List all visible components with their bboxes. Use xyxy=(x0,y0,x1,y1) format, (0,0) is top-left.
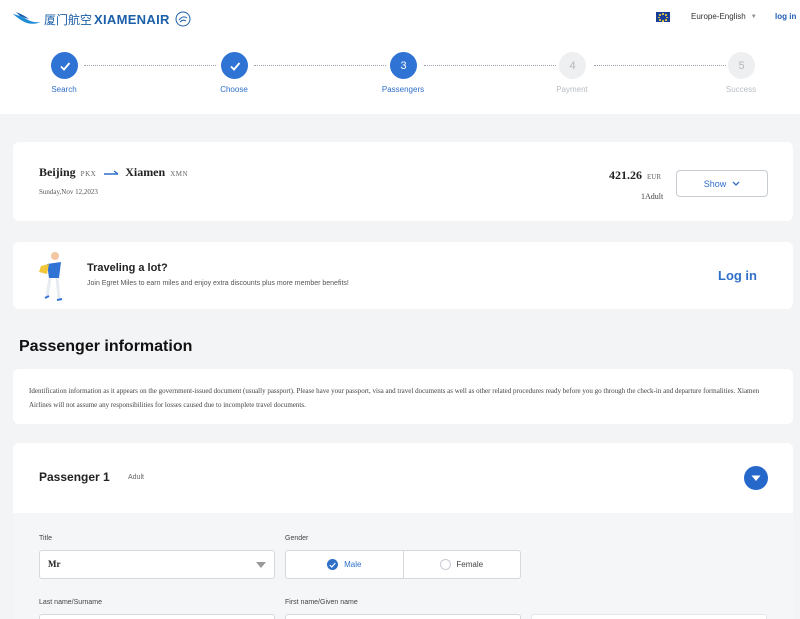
skyteam-emblem-icon xyxy=(175,11,191,27)
step-2-label: Choose xyxy=(220,85,248,94)
step-1-label: Search xyxy=(51,85,77,94)
step-3-circle: 3 xyxy=(390,52,417,79)
top-header: 厦门航空 XIAMENAIR Europe-English ▼ log in S… xyxy=(0,0,800,114)
last-name-label: Last name/Surname xyxy=(39,599,103,606)
step-5-label: Success xyxy=(725,85,757,94)
female-label: Female xyxy=(456,560,484,569)
step-2-circle[interactable] xyxy=(221,52,248,79)
step-1-circle[interactable] xyxy=(51,52,78,79)
membership-promo-card: Traveling a lot? Join Egret Miles to ear… xyxy=(13,242,793,309)
promo-login-link[interactable]: Log in xyxy=(718,268,757,283)
gender-toggle: Male Female xyxy=(285,550,521,579)
promo-description: Join Egret Miles to earn miles and enjoy… xyxy=(87,280,349,287)
step-3-label: Passengers xyxy=(381,85,425,94)
chevron-down-icon: ▼ xyxy=(750,13,757,20)
step-connector xyxy=(424,65,556,66)
title-value: Mr xyxy=(48,559,61,569)
passenger-type: Adult xyxy=(128,474,144,481)
caret-down-icon xyxy=(256,562,266,568)
traveler-illustration-icon xyxy=(39,252,63,301)
chevron-down-icon xyxy=(732,181,740,186)
price-currency: EUR xyxy=(647,173,661,181)
brand-chinese: 厦门航空 xyxy=(44,12,93,27)
last-name-input[interactable] xyxy=(39,614,275,619)
route-arrow-icon xyxy=(104,169,119,175)
gender-label: Gender xyxy=(285,535,309,542)
title-select[interactable]: Mr xyxy=(39,550,275,579)
section-title: Passenger information xyxy=(19,338,193,355)
title-label: Title xyxy=(39,535,52,542)
show-details-button[interactable]: Show xyxy=(676,170,768,197)
destination-code: XMN xyxy=(170,170,189,178)
eu-flag-icon[interactable] xyxy=(656,12,670,22)
origin-code: PKX xyxy=(80,170,97,178)
check-icon xyxy=(59,61,70,71)
first-name-input[interactable] xyxy=(285,614,521,619)
step-4-circle: 4 xyxy=(559,52,586,79)
flight-date: Sunday,Nov 12,2023 xyxy=(39,188,98,196)
radio-checked-icon xyxy=(327,559,339,570)
document-notice-card: Identification information as it appears… xyxy=(13,369,793,424)
middle-name-input[interactable] xyxy=(531,614,767,619)
chevron-down-icon xyxy=(751,475,761,481)
brand-english: XIAMENAIR xyxy=(94,11,170,27)
header-login-link[interactable]: log in xyxy=(775,12,796,21)
check-icon xyxy=(229,61,240,71)
gender-female-option[interactable]: Female xyxy=(402,551,521,578)
flight-route: Beijing PKX Xiamen XMN xyxy=(39,165,188,180)
language-selector[interactable]: Europe-English ▼ xyxy=(691,12,757,21)
passenger-count: 1Adult xyxy=(641,192,664,201)
step-5-circle: 5 xyxy=(728,52,755,79)
radio-unchecked-icon xyxy=(440,559,452,570)
promo-title: Traveling a lot? xyxy=(87,262,168,274)
collapse-button[interactable] xyxy=(744,466,768,490)
total-price: 421.26 EUR xyxy=(609,168,661,183)
male-label: Male xyxy=(344,560,362,569)
passenger-form-body: Title Mr Gender Male Female Last name/Su… xyxy=(13,513,793,619)
price-amount: 421.26 xyxy=(609,168,642,182)
step-connector xyxy=(84,65,216,66)
first-name-label: First name/Given name xyxy=(285,599,358,606)
notice-text: Identification information as it appears… xyxy=(29,387,760,409)
step-4-label: Payment xyxy=(556,85,588,94)
show-label: Show xyxy=(703,178,727,189)
passenger-form-card: Passenger 1 Adult Title Mr Gender Male F… xyxy=(13,443,793,619)
origin-city: Beijing xyxy=(39,165,76,179)
gender-male-option[interactable]: Male xyxy=(286,551,403,578)
destination-city: Xiamen xyxy=(125,165,166,179)
flight-summary-card: Beijing PKX Xiamen XMN Sunday,Nov 12,202… xyxy=(13,142,793,221)
egret-logo-icon xyxy=(13,12,41,24)
passenger-title: Passenger 1 xyxy=(39,470,110,484)
language-label: Europe-English xyxy=(691,12,746,21)
passenger-header[interactable]: Passenger 1 Adult xyxy=(13,443,793,513)
step-connector xyxy=(254,65,386,66)
xiamenair-logo[interactable]: 厦门航空 XIAMENAIR xyxy=(12,9,191,29)
step-connector xyxy=(594,65,726,66)
